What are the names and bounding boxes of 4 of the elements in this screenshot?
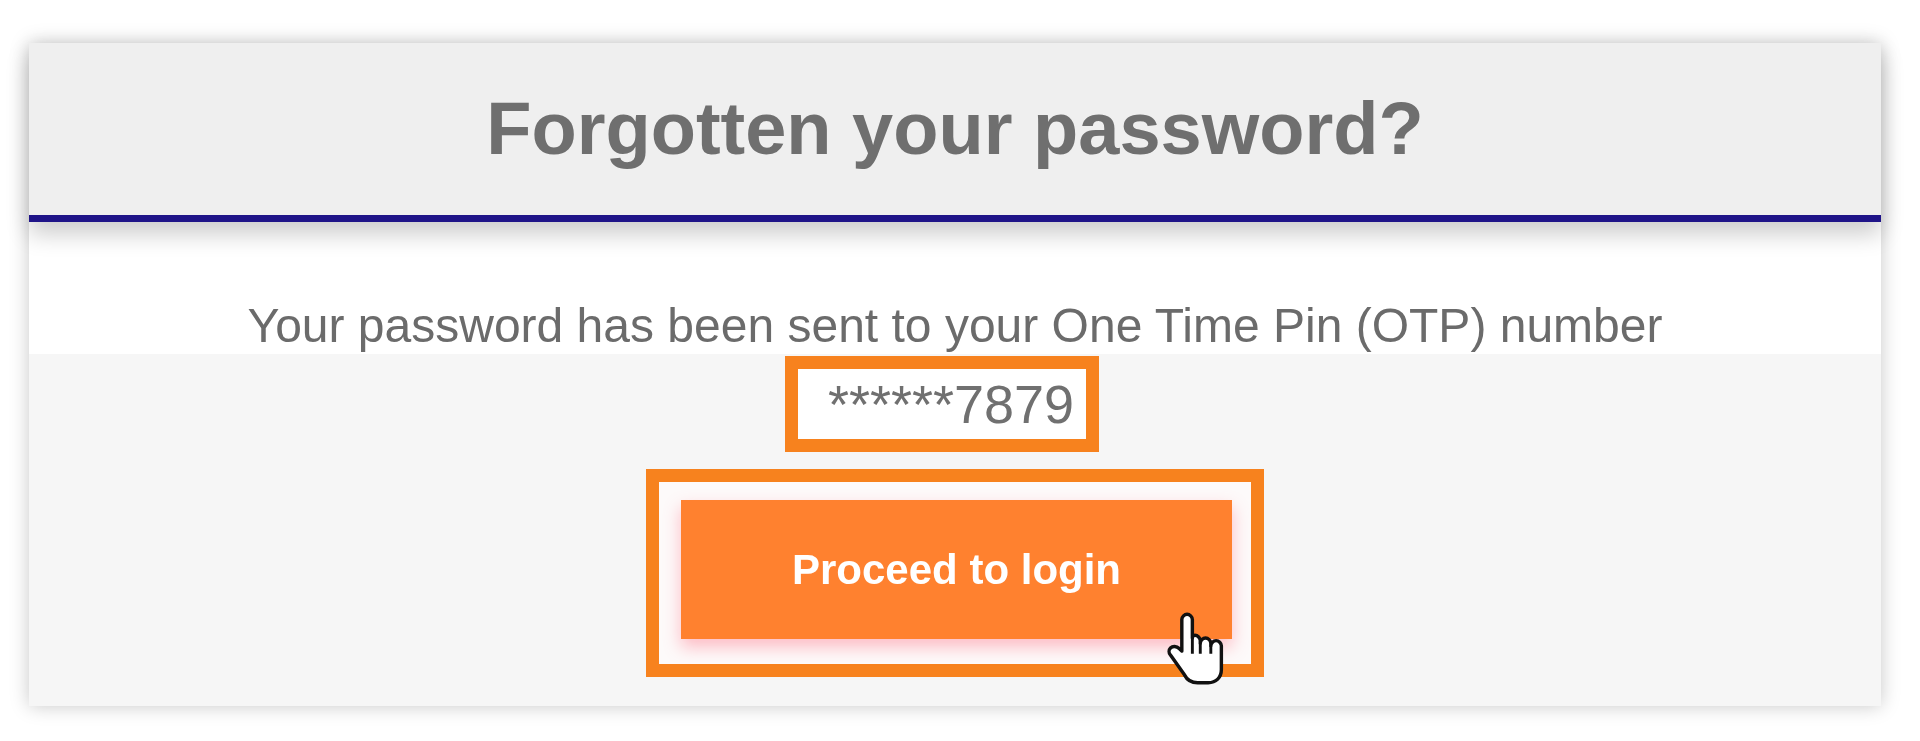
message-text: Your password has been sent to your One Time Pin (OTP) number xyxy=(247,298,1663,354)
otp-number: ******7879 xyxy=(827,373,1075,436)
proceed-to-login-button[interactable]: Proceed to login xyxy=(681,500,1232,639)
dialog-title: Forgotten your password? xyxy=(486,87,1424,171)
